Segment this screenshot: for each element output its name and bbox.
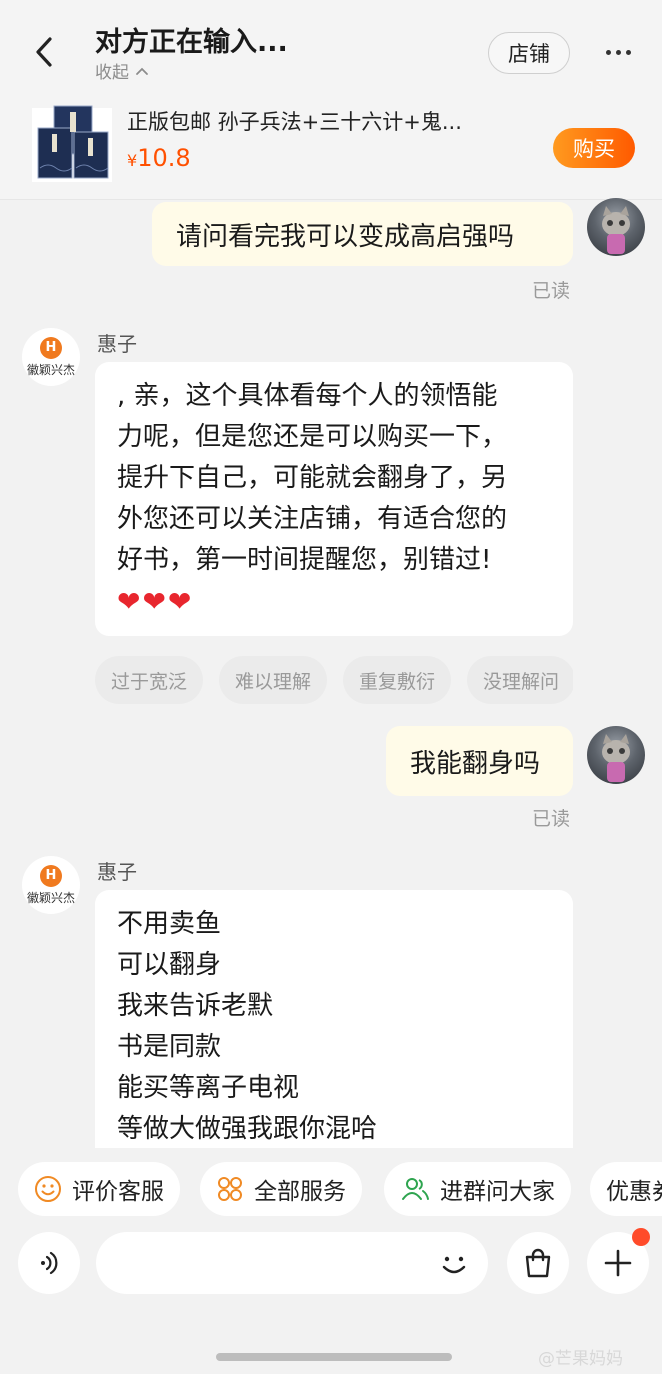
message-line: 能买等离子电视: [117, 1073, 300, 1103]
shop-logo-text: 徽颖兴杰: [26, 362, 75, 377]
message-line: 我来告诉老默: [117, 991, 274, 1021]
cat-photo-icon: [602, 734, 630, 782]
coupon-button[interactable]: 优惠券: [590, 1162, 662, 1216]
message-bubble-incoming[interactable]: 不用卖鱼 可以翻身 我来告诉老默 书是同款 能买等离子电视 等做大做强我跟你混哈: [95, 890, 573, 1148]
cat-photo-icon: [602, 206, 630, 254]
more-menu-button[interactable]: [596, 38, 640, 66]
service-label: 评价客服: [72, 1179, 164, 1205]
message-text: 我能翻身吗: [410, 748, 541, 779]
shopping-bag-icon: [525, 1248, 551, 1278]
buy-button[interactable]: 购买: [553, 128, 635, 168]
service-label: 优惠券: [606, 1179, 662, 1205]
price-value: 10.8: [137, 144, 191, 172]
shop-avatar[interactable]: H 徽颖兴杰: [22, 328, 80, 386]
voice-wave-icon: [41, 1251, 58, 1275]
message-line: 好书，第一时间提醒您，别错过!: [117, 545, 492, 575]
chat-title: 对方正在输入...: [95, 27, 288, 58]
dot-icon: [605, 49, 611, 55]
message-input-bar: [0, 1226, 662, 1302]
plus-icon: [604, 1249, 632, 1277]
service-label: 全部服务: [254, 1179, 346, 1205]
collapse-label: 收起: [95, 63, 129, 83]
notification-dot: [632, 1228, 650, 1246]
chat-header: 对方正在输入... 收起 店铺 正版包邮 孙子兵法+三十六计+鬼... ¥10.…: [0, 0, 662, 200]
read-status: 已读: [532, 808, 571, 830]
shop-logo-text: 徽颖兴杰: [26, 890, 75, 905]
chevron-up-icon: [136, 67, 148, 75]
back-button[interactable]: [24, 30, 64, 74]
feedback-chip-row: 过于宽泛 难以理解 重复敷衍 没理解问: [95, 656, 573, 704]
message-bubble-incoming[interactable]: , 亲，这个具体看每个人的领悟能 力呢，但是您还是可以购买一下， 提升下自己，可…: [95, 362, 573, 636]
voice-input-button[interactable]: [18, 1232, 80, 1294]
back-arrow-icon: [36, 37, 52, 67]
join-group-button[interactable]: 进群问大家: [384, 1162, 571, 1216]
message-text-input[interactable]: [96, 1232, 488, 1294]
service-label: 进群问大家: [440, 1179, 555, 1205]
read-status: 已读: [532, 280, 571, 302]
product-name: 正版包邮 孙子兵法+三十六计+鬼...: [127, 110, 462, 134]
watermark-text: @芒果妈妈: [538, 1349, 623, 1369]
message-line: 提升下自己，可能就会翻身了，另: [117, 463, 508, 493]
group-icon: [402, 1178, 429, 1200]
emoji-button[interactable]: [434, 1244, 474, 1284]
product-card[interactable]: 正版包邮 孙子兵法+三十六计+鬼... ¥10.8 购买: [0, 92, 662, 200]
smiley-face-icon: [442, 1256, 466, 1274]
product-price: ¥10.8: [127, 144, 191, 172]
feedback-chip[interactable]: 没理解问: [467, 656, 573, 704]
collapse-toggle[interactable]: 收起: [95, 58, 149, 83]
shop-logo-icon: H: [40, 336, 62, 359]
rate-service-button[interactable]: 评价客服: [18, 1162, 180, 1216]
message-line: 力呢，但是您还是可以购买一下，: [117, 422, 508, 452]
service-shortcut-bar: 评价客服 全部服务 进群问大家 优惠券: [0, 1158, 662, 1220]
shop-logo-icon: H: [40, 864, 62, 887]
dot-icon: [625, 49, 631, 55]
shopping-bag-button[interactable]: [507, 1232, 569, 1294]
message-bubble-outgoing[interactable]: 请问看完我可以变成高启强吗: [152, 202, 573, 266]
shop-avatar[interactable]: H 徽颖兴杰: [22, 856, 80, 914]
currency-symbol: ¥: [127, 151, 138, 170]
message-bubble-outgoing[interactable]: 我能翻身吗: [386, 726, 573, 796]
user-avatar[interactable]: [587, 198, 645, 256]
message-line: 等做大做强我跟你混哈: [117, 1114, 378, 1144]
message-line: 不用卖鱼: [117, 909, 222, 939]
user-avatar[interactable]: [587, 726, 645, 784]
message-line: , 亲，这个具体看每个人的领悟能: [117, 381, 498, 411]
product-thumbnail: [32, 105, 112, 182]
sender-name: 惠子: [97, 860, 137, 884]
message-line: 可以翻身: [117, 950, 222, 980]
smile-icon: [35, 1176, 61, 1202]
all-services-button[interactable]: 全部服务: [200, 1162, 362, 1216]
feedback-chip[interactable]: 重复敷衍: [343, 656, 452, 704]
heart-emoji-icon: ❤❤❤: [117, 585, 194, 618]
feedback-chip[interactable]: 难以理解: [219, 656, 328, 704]
message-text: 请问看完我可以变成高启强吗: [176, 221, 515, 252]
message-line: 外您还可以关注店铺，有适合您的: [117, 504, 508, 534]
grid-icon: [218, 1177, 242, 1201]
message-line: 书是同款: [117, 1032, 222, 1062]
home-indicator[interactable]: [216, 1353, 452, 1361]
shop-button[interactable]: 店铺: [488, 32, 570, 74]
dot-icon: [615, 49, 621, 55]
sender-name: 惠子: [97, 332, 137, 356]
feedback-chip[interactable]: 过于宽泛: [95, 656, 204, 704]
